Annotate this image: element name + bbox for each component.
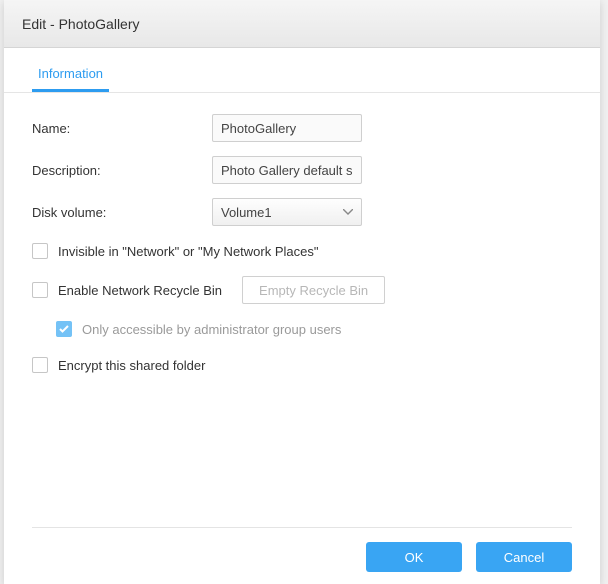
row-invisible: Invisible in "Network" or "My Network Pl… — [32, 239, 572, 263]
row-description: Description: — [32, 155, 572, 185]
footer-buttons: OK Cancel — [32, 542, 572, 572]
name-input[interactable] — [212, 114, 362, 142]
row-disk-volume: Disk volume: Volume1 — [32, 197, 572, 227]
recycle-checkbox[interactable] — [32, 282, 48, 298]
encrypt-label: Encrypt this shared folder — [58, 358, 205, 373]
row-admin-only: Only accessible by administrator group u… — [56, 317, 572, 341]
recycle-label: Enable Network Recycle Bin — [58, 283, 222, 298]
row-encrypt: Encrypt this shared folder — [32, 353, 572, 377]
disk-volume-label: Disk volume: — [32, 205, 212, 220]
dialog-titlebar: Edit - PhotoGallery — [4, 0, 600, 48]
chevron-down-icon — [341, 205, 355, 219]
invisible-checkbox[interactable] — [32, 243, 48, 259]
edit-share-dialog: Edit - PhotoGallery Information Name: De… — [4, 0, 600, 584]
description-input[interactable] — [212, 156, 362, 184]
admin-only-label: Only accessible by administrator group u… — [82, 322, 341, 337]
disk-volume-select[interactable]: Volume1 — [212, 198, 362, 226]
empty-recycle-label: Empty Recycle Bin — [259, 283, 368, 298]
description-label: Description: — [32, 163, 212, 178]
ok-button[interactable]: OK — [366, 542, 462, 572]
cancel-button[interactable]: Cancel — [476, 542, 572, 572]
dialog-footer: OK Cancel — [32, 527, 572, 572]
encrypt-checkbox[interactable] — [32, 357, 48, 373]
invisible-label: Invisible in "Network" or "My Network Pl… — [58, 244, 318, 259]
tab-information[interactable]: Information — [32, 56, 109, 92]
admin-only-checkbox[interactable] — [56, 321, 72, 337]
cancel-label: Cancel — [504, 550, 544, 565]
ok-label: OK — [405, 550, 424, 565]
tab-bar: Information — [4, 52, 600, 93]
row-name: Name: — [32, 113, 572, 143]
footer-divider — [32, 527, 572, 528]
empty-recycle-button[interactable]: Empty Recycle Bin — [242, 276, 385, 304]
row-recycle: Enable Network Recycle Bin Empty Recycle… — [32, 275, 572, 305]
form-content: Name: Description: Disk volume: Volume1 … — [4, 93, 600, 399]
dialog-title: Edit - PhotoGallery — [22, 16, 140, 32]
tab-label: Information — [38, 66, 103, 81]
name-label: Name: — [32, 121, 212, 136]
disk-volume-value: Volume1 — [221, 205, 272, 220]
